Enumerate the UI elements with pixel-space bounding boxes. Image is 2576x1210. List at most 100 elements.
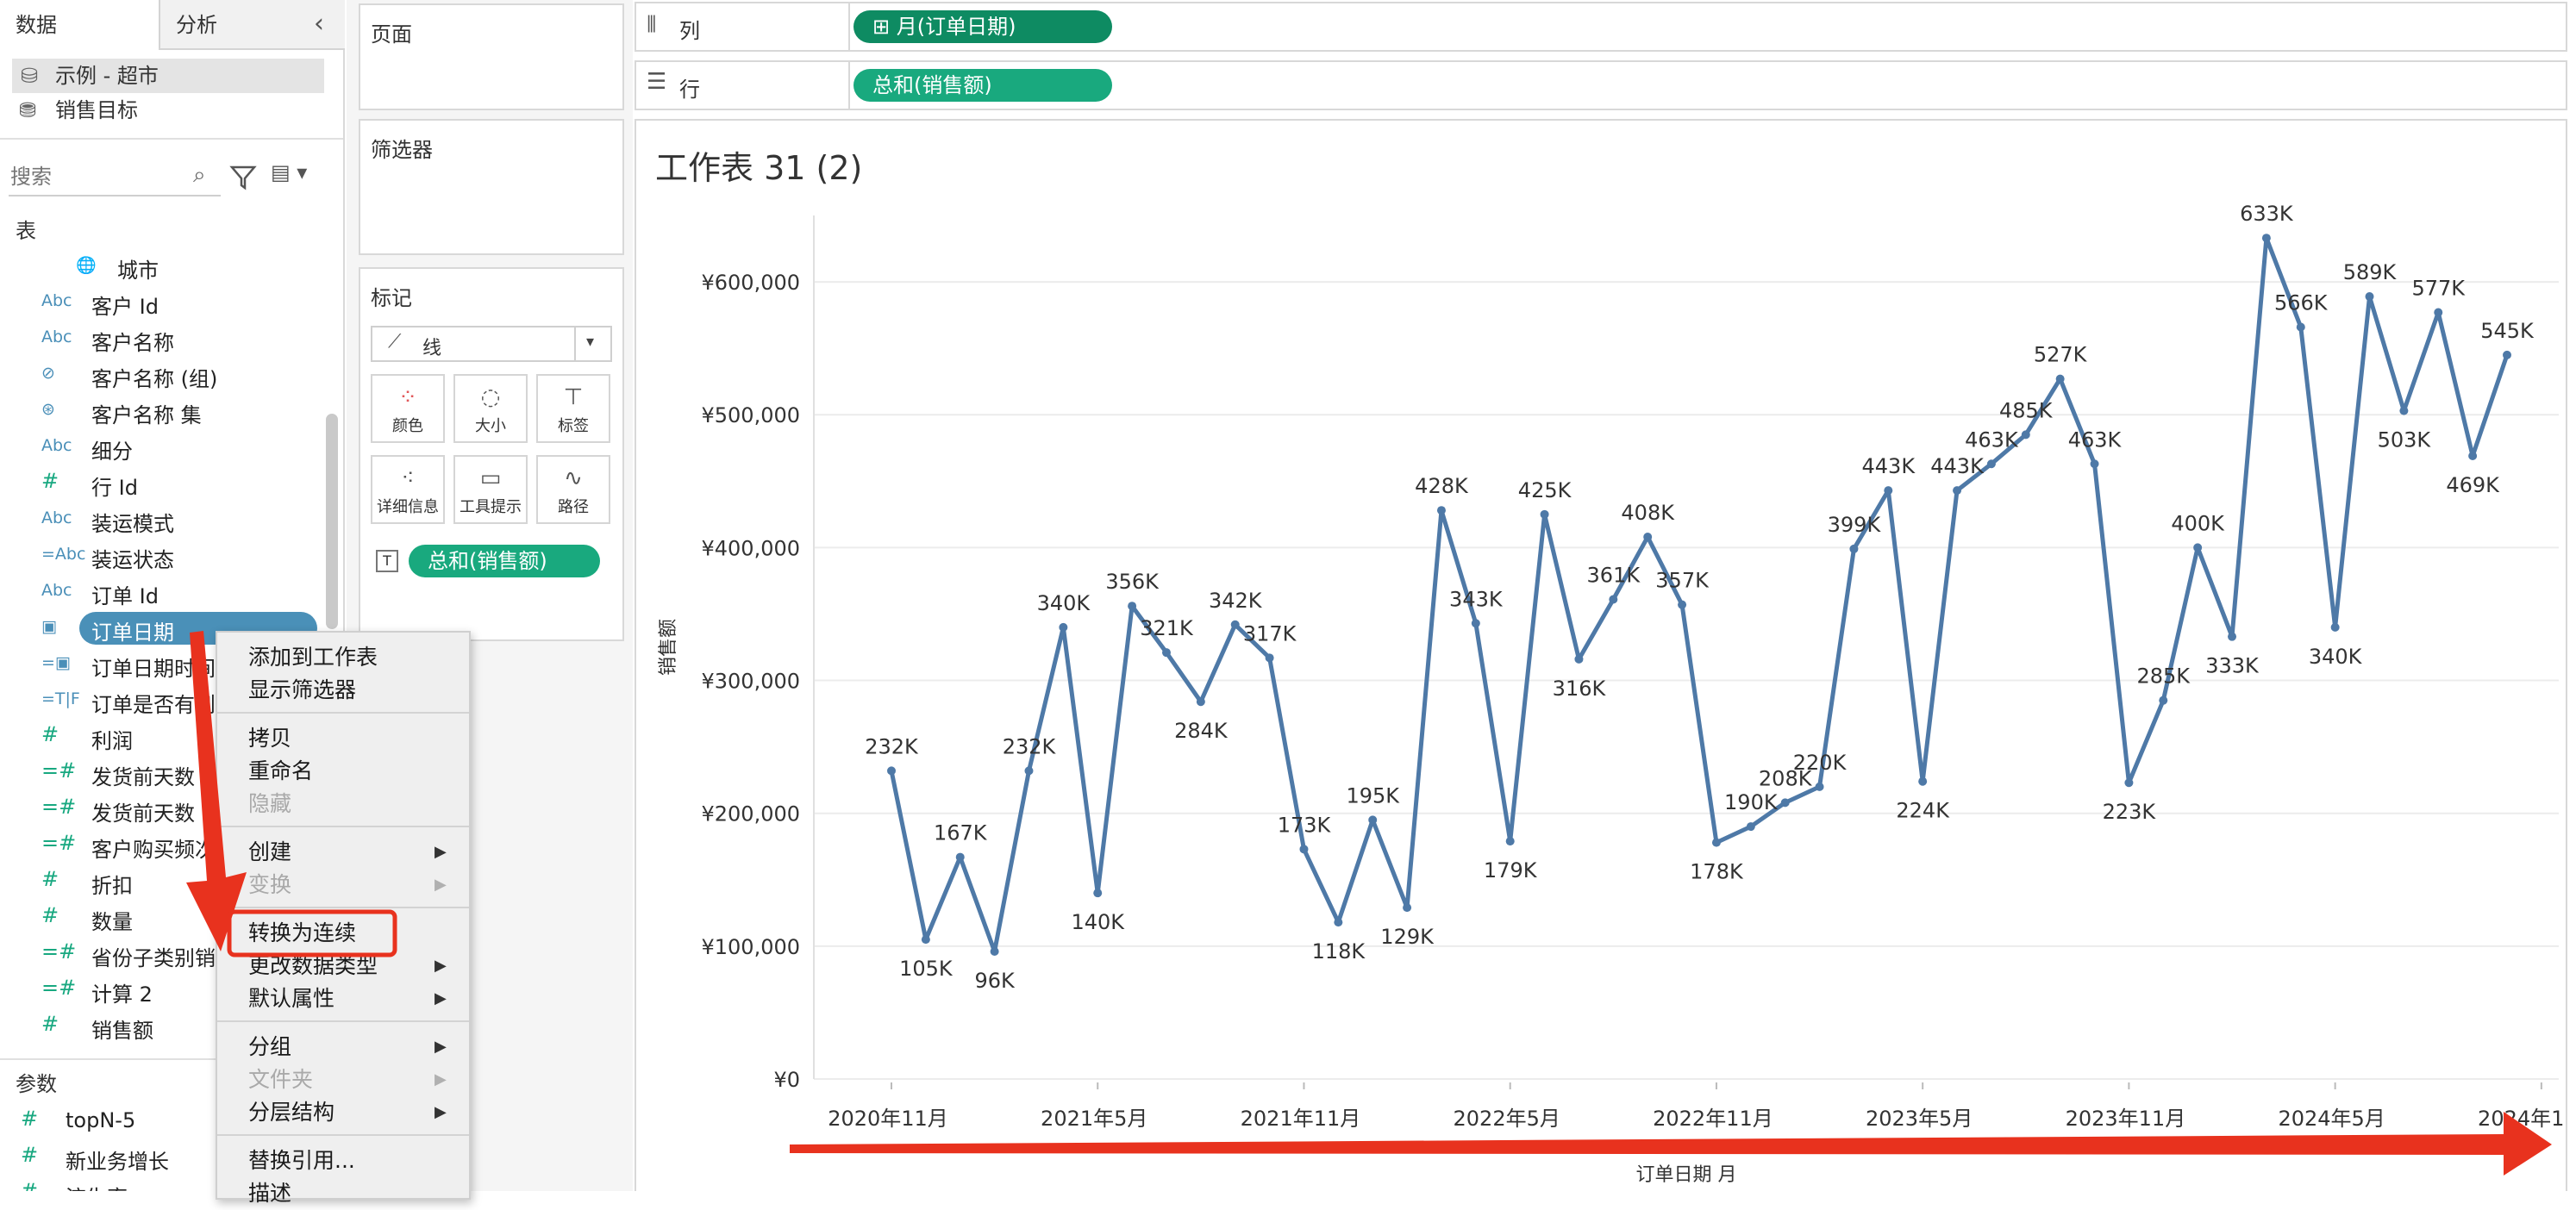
menu-item[interactable]: 描述 — [248, 1177, 464, 1210]
detail-label: 详细信息 — [377, 498, 439, 516]
menu-item-label: 替换引用... — [248, 1148, 355, 1173]
field-item[interactable]: # 行 Id — [0, 465, 345, 502]
field-item[interactable]: Abc 客户名称 — [0, 321, 345, 357]
menu-item[interactable]: 创建 ▶ — [248, 836, 464, 869]
size-label: 大小 — [475, 417, 506, 435]
size-button[interactable]: ◌ 大小 — [453, 374, 528, 443]
datasource-label: 示例 - 超市 — [55, 64, 159, 88]
field-label: 省份子类别销 — [91, 946, 216, 970]
data-label: 425K — [1518, 478, 1572, 502]
detail-button[interactable]: ⁖ 详细信息 — [371, 455, 445, 524]
data-label: 485K — [1999, 398, 2054, 422]
pages-shelf[interactable]: 页面 — [359, 3, 624, 110]
rows-icon: ☰ — [647, 69, 667, 95]
data-point — [1849, 544, 1859, 553]
field-item[interactable]: Abc 装运模式 — [0, 502, 345, 538]
menu-item[interactable]: 重命名 — [248, 755, 464, 788]
filters-shelf[interactable]: 筛选器 — [359, 119, 624, 255]
field-item[interactable]: 🌐 城市 — [0, 248, 345, 284]
color-button[interactable]: ⁘ 颜色 — [371, 374, 445, 443]
color-label: 颜色 — [392, 417, 423, 435]
expand-icon: ⊞ — [872, 15, 897, 39]
pages-label: 页面 — [371, 22, 412, 47]
field-label: 客户购买频次 — [91, 838, 216, 862]
view-list-icon[interactable]: ▤ ▾ — [271, 160, 307, 184]
measure-icon: =# — [41, 831, 77, 855]
columns-shelf[interactable]: ⦀ 列 ⊞ 月(订单日期) — [635, 2, 2567, 52]
data-point — [2021, 430, 2030, 440]
menu-item-label: 拷贝 — [248, 726, 292, 751]
data-point — [1643, 533, 1653, 542]
menu-item[interactable]: 转换为连续 — [248, 917, 464, 950]
menu-item-label: 分组 — [248, 1034, 292, 1059]
mark-type-dropdown[interactable]: ⟋ 线 ▾ — [371, 326, 612, 362]
search-input[interactable]: ⌕ — [9, 159, 221, 196]
data-label: 356K — [1105, 570, 1160, 594]
menu-item[interactable]: 分组 ▶ — [248, 1031, 464, 1063]
data-point — [1609, 595, 1618, 604]
data-point — [1059, 622, 1068, 632]
parameter-icon: # — [21, 1107, 39, 1131]
data-point — [1815, 782, 1824, 791]
parameter-label: 新业务增长 — [66, 1150, 169, 1174]
menu-item-label: 更改数据类型 — [248, 953, 378, 978]
measure-icon: =# — [41, 939, 77, 964]
scrollbar[interactable] — [326, 414, 338, 629]
collapse-pane-icon[interactable]: ‹ — [314, 9, 324, 39]
y-tick-label: ¥300,000 — [701, 670, 800, 694]
data-label: 340K — [1037, 591, 1091, 615]
field-label: 发货前天数 — [91, 765, 195, 789]
datasource-superstore[interactable]: ⛁ 示例 - 超市 — [12, 59, 324, 93]
measure-icon: # — [41, 469, 59, 493]
measure-icon: # — [41, 1012, 59, 1036]
data-label: 285K — [2137, 664, 2191, 689]
field-item[interactable]: Abc 细分 — [0, 429, 345, 465]
data-label: 178K — [1690, 860, 1744, 884]
rows-shelf[interactable]: ☰ 行 总和(销售额) — [635, 60, 2567, 110]
data-label: 463K — [1965, 427, 2019, 452]
x-tick-label: 2022年5月 — [1454, 1107, 1560, 1131]
field-item[interactable]: Abc 订单 Id — [0, 574, 345, 610]
data-point — [1299, 845, 1309, 854]
filter-icon[interactable] — [229, 164, 257, 191]
menu-item[interactable]: 替换引用... — [248, 1145, 464, 1177]
datasource-sales-target[interactable]: ⛃ 销售目标 — [12, 93, 324, 128]
menu-item[interactable]: 添加到工作表 — [248, 641, 464, 674]
data-point — [2434, 308, 2443, 317]
label-button[interactable]: ⊤ 标签 — [536, 374, 610, 443]
field-label: 细分 — [91, 440, 133, 464]
text-mark-icon: T — [376, 550, 398, 572]
field-item[interactable]: Abc 客户 Id — [0, 284, 345, 321]
line-chart[interactable]: ¥0 ¥100,000 ¥200,000 ¥300,000 ¥400,000 ¥500,0… — [636, 198, 2566, 1191]
field-item[interactable]: ⊛ 客户名称 集 — [0, 393, 345, 429]
field-item[interactable]: ⊘ 客户名称 (组) — [0, 357, 345, 393]
menu-item-label: 添加到工作表 — [248, 645, 378, 670]
field-item[interactable]: =Abc 装运状态 — [0, 538, 345, 574]
rows-label: 行 — [679, 78, 700, 102]
path-label: 路径 — [558, 498, 589, 516]
data-point — [2124, 778, 2134, 788]
menu-item[interactable]: 默认属性 ▶ — [248, 982, 464, 1015]
rows-sales-pill[interactable]: 总和(销售额) — [853, 69, 1112, 102]
dimension-icon: =T|F — [41, 689, 80, 708]
field-label: 发货前天数 — [91, 801, 195, 826]
search-field[interactable] — [9, 159, 184, 195]
path-button[interactable]: ∿ 路径 — [536, 455, 610, 524]
dimension-icon: =Abc — [41, 545, 86, 564]
x-tick-label: 2024年11月 — [2478, 1107, 2566, 1131]
menu-item[interactable]: 分层结构 ▶ — [248, 1096, 464, 1129]
menu-item[interactable]: 拷贝 — [248, 722, 464, 755]
data-label: 408K — [1621, 501, 1675, 525]
tooltip-button[interactable]: ▭ 工具提示 — [453, 455, 528, 524]
field-label: 订单日期 — [91, 621, 174, 645]
menu-item[interactable]: 显示筛选器 — [248, 674, 464, 707]
submenu-arrow-icon: ▶ — [435, 843, 447, 861]
data-label: 317K — [1243, 621, 1297, 646]
mark-type-label: 线 — [422, 338, 442, 359]
marks-sales-pill[interactable]: 总和(销售额) — [409, 545, 600, 577]
database-icon: ⛁ — [21, 64, 39, 88]
tab-data[interactable]: 数据 — [0, 0, 160, 50]
y-axis-title: 销售额 — [658, 619, 679, 676]
columns-date-pill[interactable]: ⊞ 月(订单日期) — [853, 10, 1112, 43]
menu-item[interactable]: 更改数据类型 ▶ — [248, 950, 464, 982]
